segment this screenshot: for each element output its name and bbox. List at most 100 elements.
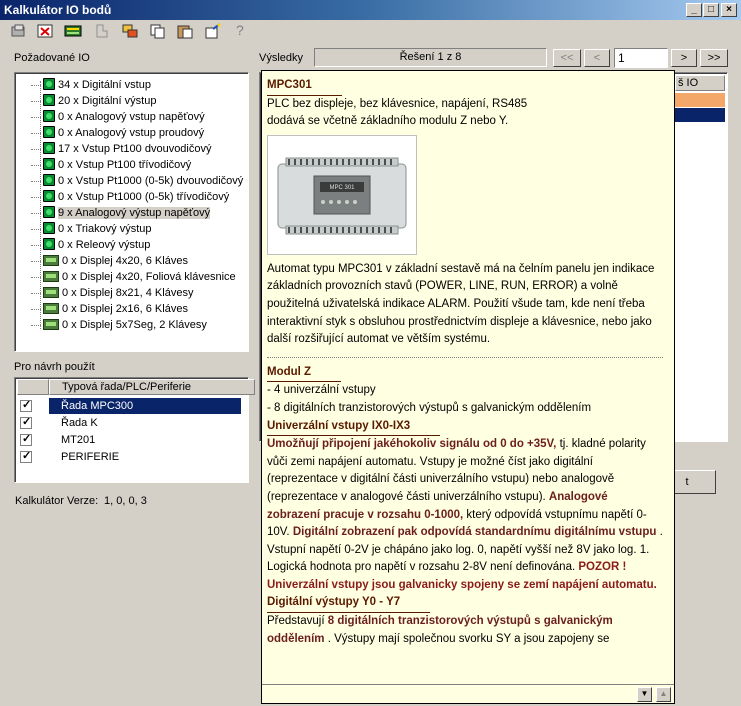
universal-inputs-title: Univerzální vstupy IX0-IX3: [267, 418, 441, 437]
use-for-design-list[interactable]: Typová řada/PLC/Periferie Řada MPC300Řad…: [14, 377, 255, 483]
use-list-header[interactable]: Typová řada/PLC/Periferie: [49, 379, 255, 395]
tree-connector: [31, 276, 41, 278]
close-button[interactable]: ×: [721, 3, 737, 17]
tree-connector: [31, 100, 41, 102]
tree-item-label: 0 x Vstup Pt100 třívodičový: [58, 159, 192, 171]
tree-item[interactable]: 0 x Vstup Pt1000 (0-5k) třívodičový: [31, 189, 229, 205]
tree-item[interactable]: 0 x Displej 5x7Seg, 2 Klávesy: [31, 317, 207, 333]
uni-bold-1: Umožňují připojení jakéhokoliv signálu o…: [267, 438, 557, 451]
tree-item-label: 0 x Displej 4x20, 6 Kláves: [62, 255, 188, 267]
io-module-icon: [43, 94, 55, 106]
use-item-label[interactable]: Řada MPC300: [49, 398, 241, 414]
use-list-check-header: [17, 379, 49, 395]
tree-item[interactable]: 20 x Digitální výstup: [31, 93, 156, 109]
use-item-label[interactable]: MT201: [49, 432, 241, 448]
popup-footer: ▼ ▲: [262, 684, 674, 703]
settings-icon[interactable]: [10, 23, 28, 39]
use-item-checkbox[interactable]: [20, 432, 32, 446]
io-module-icon: [43, 174, 55, 186]
tree-item[interactable]: 0 x Displej 4x20, Foliová klávesnice: [31, 269, 236, 285]
tree-item-label: 0 x Displej 8x21, 4 Klávesy: [62, 287, 194, 299]
popup-title: MPC301: [267, 77, 342, 96]
delete-icon[interactable]: [37, 23, 55, 39]
tree-item-label: 0 x Analogový vstup proudový: [58, 127, 205, 139]
results-cell-highlight: [675, 93, 725, 107]
tree-item[interactable]: 0 x Triakový výstup: [31, 221, 152, 237]
use-item-label[interactable]: PERIFERIE: [49, 449, 241, 465]
minimize-button[interactable]: _: [686, 3, 702, 17]
tree-connector: [31, 148, 41, 150]
tree-connector: [31, 132, 41, 134]
paste-icon[interactable]: [176, 23, 194, 39]
tree-item-label: 0 x Vstup Pt1000 (0-5k) dvouvodičový: [58, 175, 244, 187]
tree-connector: [31, 308, 41, 310]
tree-connector: [31, 116, 41, 118]
tree-item[interactable]: 0 x Displej 2x16, 6 Kláves: [31, 301, 188, 317]
tree-item-label: 0 x Displej 4x20, Foliová klávesnice: [62, 271, 236, 283]
tree-item[interactable]: 17 x Vstup Pt100 dvouvodičový: [31, 141, 211, 157]
required-io-tree[interactable]: 34 x Digitální vstup 20 x Digitální výstu…: [14, 72, 249, 352]
tree-connector: [31, 196, 41, 198]
tree-item[interactable]: 34 x Digitální vstup: [31, 77, 151, 93]
scroll-down-button[interactable]: ▼: [637, 687, 652, 702]
version-value: 1, 0, 0, 3: [104, 495, 147, 507]
io-module-icon: [43, 158, 55, 170]
results-col-header[interactable]: š IO: [675, 75, 725, 91]
module-item-2: - 8 digitálních tranzistorových výstupů …: [267, 401, 592, 414]
toolbar: ?: [0, 20, 741, 42]
tree-item-label: 17 x Vstup Pt100 dvouvodičový: [58, 143, 212, 155]
wizard-icon[interactable]: [204, 23, 222, 39]
first-solution-button[interactable]: <<: [553, 49, 581, 67]
io-module-icon: [43, 126, 55, 138]
universal-inputs-text: Umožňují připojení jakéhokoliv signálu o…: [267, 436, 663, 594]
dig-text-rest: . Výstupy mají společnou svorku SY a jso…: [324, 632, 610, 645]
tree-item-label: 20 x Digitální výstup: [58, 95, 157, 107]
next-solution-button[interactable]: >: [671, 49, 697, 67]
use-item-checkbox[interactable]: [20, 398, 32, 412]
display-module-icon: [43, 319, 59, 330]
io-module-icon: [43, 222, 55, 234]
tree-item[interactable]: 9 x Analogový výstup napěťový: [31, 205, 211, 221]
io-module-icon: [43, 206, 55, 218]
solution-page-input[interactable]: 1: [614, 48, 668, 68]
io-module-icon: [43, 78, 55, 90]
tree-item[interactable]: 0 x Releový výstup: [31, 237, 150, 253]
tree-item-label: 0 x Releový výstup: [58, 239, 151, 251]
use-item-checkbox[interactable]: [20, 449, 32, 463]
maximize-button[interactable]: □: [703, 3, 719, 17]
tree-connector: [31, 292, 41, 294]
tree-connector: [31, 324, 41, 326]
copy-icon[interactable]: [149, 23, 167, 39]
prev-solution-button[interactable]: <: [584, 49, 610, 67]
group-icon[interactable]: [121, 23, 139, 39]
last-solution-button[interactable]: >>: [700, 49, 728, 67]
tree-item[interactable]: 0 x Displej 8x21, 4 Klávesy: [31, 285, 193, 301]
display-module-icon: [43, 255, 59, 266]
table-icon[interactable]: [64, 23, 82, 39]
title-bar: Kalkulátor IO bodů _ □ ×: [0, 0, 741, 20]
io-module-icon: [43, 142, 55, 154]
disabled-tool-icon: [96, 24, 108, 38]
io-module-icon: [43, 110, 55, 122]
io-module-icon: [43, 190, 55, 202]
digital-outputs-title: Digitální výstupy Y0 - Y7: [267, 594, 431, 614]
use-item-label[interactable]: Řada K: [49, 415, 241, 431]
help-icon[interactable]: ?: [236, 22, 244, 38]
results-label: Výsledky: [259, 52, 304, 64]
tree-item-label: 0 x Triakový výstup: [58, 223, 152, 235]
tree-connector: [31, 212, 41, 214]
tree-item[interactable]: 0 x Analogový vstup napěťový: [31, 109, 205, 125]
tree-item-label: 34 x Digitální vstup: [58, 79, 151, 91]
tree-item[interactable]: 0 x Vstup Pt1000 (0-5k) dvouvodičový: [31, 173, 243, 189]
use-for-design-label: Pro návrh použít: [14, 361, 95, 373]
popup-description: Automat typu MPC301 v základní sestavě m…: [267, 262, 655, 346]
tree-item[interactable]: 0 x Displej 4x20, 6 Kláves: [31, 253, 188, 269]
required-io-label: Požadované IO: [14, 52, 90, 64]
use-item-checkbox[interactable]: [20, 415, 32, 429]
display-module-icon: [43, 287, 59, 298]
tree-item-label: 0 x Displej 5x7Seg, 2 Klávesy: [62, 319, 207, 331]
tree-item[interactable]: 0 x Analogový vstup proudový: [31, 125, 204, 141]
tree-item[interactable]: 0 x Vstup Pt100 třívodičový: [31, 157, 191, 173]
scroll-up-button[interactable]: ▲: [656, 687, 671, 702]
tree-item-label: 0 x Vstup Pt1000 (0-5k) třívodičový: [58, 191, 230, 203]
